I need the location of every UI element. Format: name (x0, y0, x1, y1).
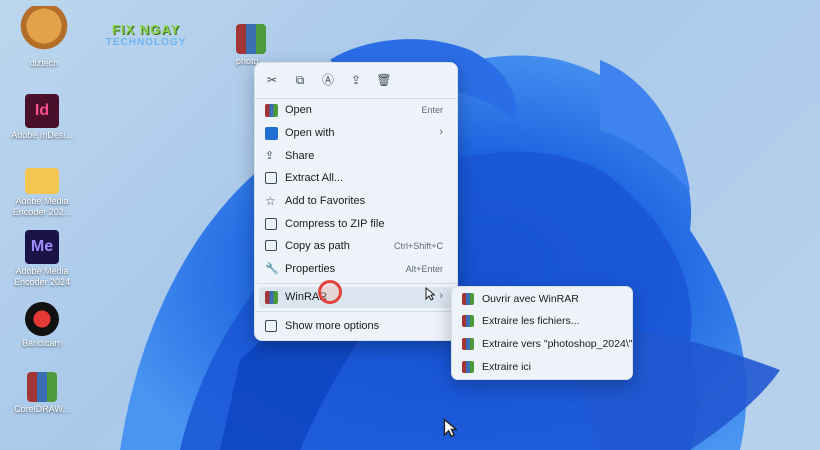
bandicam-icon (25, 302, 59, 336)
desktop-icon-dlztech[interactable]: dlztech (12, 6, 76, 69)
desktop-icon-indesign[interactable]: Id Adobe InDesi... (10, 94, 74, 141)
winrar-archive-icon (236, 24, 266, 54)
media-encoder-icon: Me (25, 230, 59, 264)
menu-item-label: Copy as path (285, 240, 350, 252)
submenu-item-label: Extraire les fichiers... (482, 315, 580, 327)
winrar-icon (462, 293, 474, 305)
more-options-icon (265, 320, 277, 332)
menu-item-label: Show more options (285, 320, 380, 332)
chevron-right-icon: › (439, 290, 443, 302)
menu-item-label: Extract All... (285, 172, 344, 184)
winrar-icon (462, 361, 474, 373)
menu-item-extract-all[interactable]: Extract All... (259, 168, 453, 189)
pointer-cursor-icon (443, 418, 457, 438)
menu-item-winrar[interactable]: WinRAR › (259, 287, 453, 308)
path-icon (265, 240, 277, 251)
menu-item-show-more-options[interactable]: Show more options (259, 316, 453, 337)
winrar-icon (265, 104, 278, 117)
menu-item-label: Properties (285, 263, 336, 275)
desktop-icon-label: dlztech (29, 58, 59, 68)
winrar-submenu: Ouvrir avec WinRAR Extraire les fichiers… (451, 286, 633, 380)
share-icon[interactable]: ⇪ (347, 71, 365, 89)
context-menu-toolbar: ✂ ⧉ Ⓐ ⇪ 🗑 (255, 63, 457, 97)
winrar-archive-icon (27, 372, 57, 402)
desktop-icon-coreldraw-archive[interactable]: CorelDRAW... (10, 372, 74, 415)
submenu-item-extract-files[interactable]: Extraire les fichiers... (456, 311, 628, 332)
submenu-item-label: Ouvrir avec WinRAR (482, 293, 579, 305)
menu-item-compress-zip[interactable]: Compress to ZIP file (259, 214, 453, 235)
brand-logo: FIX NGAY TECHNOLOGY (86, 22, 206, 48)
menu-item-label: Open with (285, 127, 335, 139)
menu-item-copy-as-path[interactable]: Copy as path Ctrl+Shift+C (259, 236, 453, 257)
desktop-icon-media-encoder[interactable]: Me Adobe Media Encoder 2024 (10, 230, 74, 288)
trash-icon[interactable]: 🗑 (375, 71, 393, 89)
desktop-icon-label: CorelDRAW... (14, 404, 70, 414)
winrar-icon (462, 315, 474, 327)
star-icon: ☆ (265, 194, 276, 208)
wrench-icon: 🔧 (265, 263, 279, 275)
folder-icon (25, 168, 59, 194)
menu-item-label: Compress to ZIP file (285, 218, 385, 230)
menu-divider (255, 283, 457, 284)
menu-divider (255, 98, 457, 99)
copy-icon[interactable]: ⧉ (291, 71, 309, 89)
menu-item-share[interactable]: ⇪ Share (259, 146, 453, 167)
menu-item-label: Add to Favorites (285, 195, 366, 207)
menu-item-shortcut: Ctrl+Shift+C (393, 241, 443, 251)
brand-line2: TECHNOLOGY (105, 37, 187, 48)
share-icon: ⇪ (265, 150, 275, 162)
click-indicator (318, 280, 342, 304)
menu-item-open[interactable]: Open Enter (259, 100, 453, 121)
extract-icon (265, 172, 277, 184)
menu-item-shortcut: Enter (421, 105, 443, 115)
indesign-icon: Id (25, 94, 59, 128)
desktop-icon-bandicam[interactable]: Bandicam (10, 302, 74, 349)
rename-icon[interactable]: Ⓐ (319, 71, 337, 89)
submenu-item-label: Extraire ici (482, 361, 532, 373)
menu-item-shortcut: Alt+Enter (405, 264, 443, 274)
desktop-icon-photoshop-archive[interactable]: photo... (226, 24, 276, 67)
winrar-icon (462, 338, 474, 350)
open-with-icon (265, 127, 278, 140)
menu-item-open-with[interactable]: Open with › (259, 123, 453, 144)
desktop-icon-label: Bandicam (21, 338, 63, 348)
menu-item-label: Share (285, 150, 315, 162)
desktop-icon-label: Adobe InDesi... (11, 130, 73, 140)
submenu-item-extract-to-folder[interactable]: Extraire vers "photoshop_2024\" (456, 334, 632, 355)
brand-line1: FIX NGAY (111, 22, 181, 37)
submenu-item-open-with-winrar[interactable]: Ouvrir avec WinRAR (456, 289, 628, 310)
menu-item-add-to-favorites[interactable]: ☆ Add to Favorites (259, 191, 453, 212)
chevron-right-icon: › (439, 126, 443, 138)
desktop-icon-media-encoder-folder[interactable]: Adobe Media Encoder 202... (10, 164, 74, 218)
beaver-mascot-icon (20, 6, 68, 56)
winrar-icon (265, 291, 278, 304)
scissors-icon[interactable]: ✂ (263, 71, 281, 89)
desktop-icon-label: Adobe Media Encoder 202... (12, 196, 72, 217)
menu-item-properties[interactable]: 🔧 Properties Alt+Enter (259, 259, 453, 280)
menu-divider (255, 311, 457, 312)
pointer-cursor-icon (425, 287, 435, 301)
submenu-item-label: Extraire vers "photoshop_2024\" (482, 338, 633, 350)
menu-item-label: Open (285, 104, 312, 116)
desktop-icon-label: Adobe Media Encoder 2024 (13, 266, 71, 287)
submenu-item-extract-here[interactable]: Extraire ici (456, 357, 628, 378)
zip-icon (265, 218, 277, 230)
